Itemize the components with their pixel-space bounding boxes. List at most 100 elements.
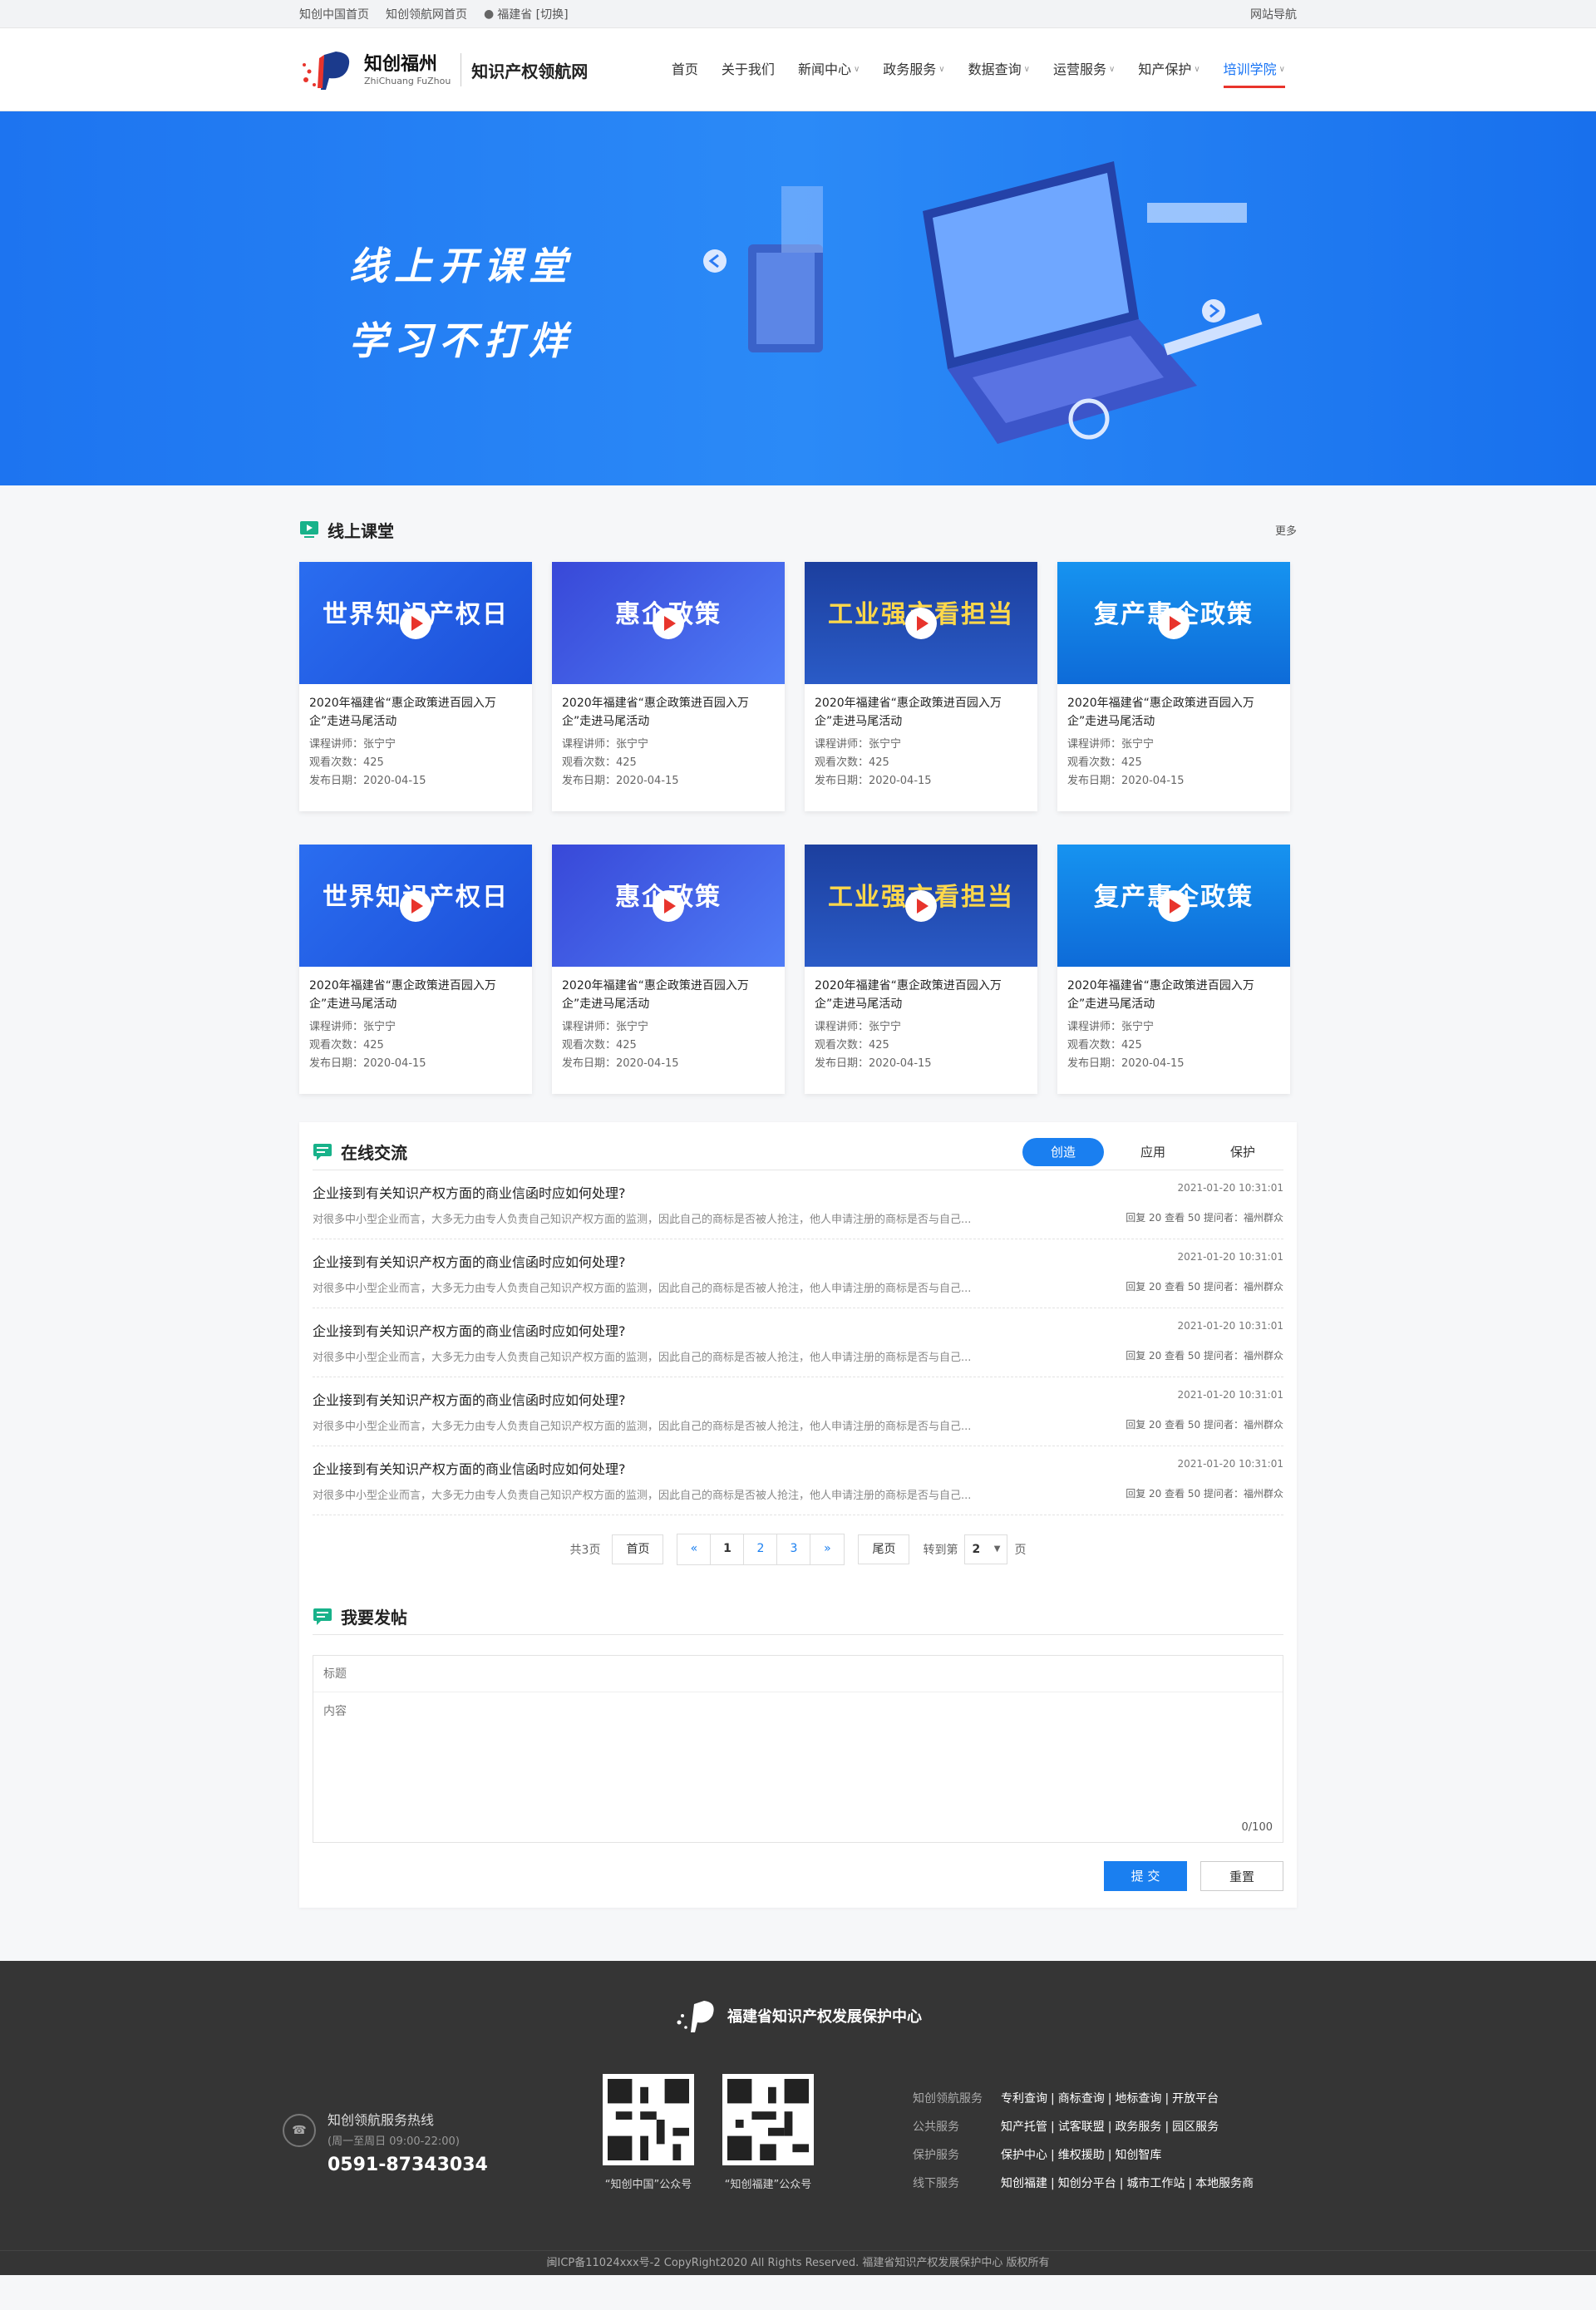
nav-protect[interactable]: 知产保护 ∨ [1126,28,1211,111]
site-name: 知识产权领航网 [471,61,589,81]
submit-button[interactable]: 提 交 [1104,1861,1187,1891]
course-teacher: 课程讲师：张宁宁 [1067,1021,1155,1033]
post-question[interactable]: 企业接到有关知识产权方面的商业信函时应如何处理? [313,1320,626,1340]
forum-post[interactable]: 企业接到有关知识产权方面的商业信函时应如何处理? 2021-01-20 10:31… [313,1377,1283,1446]
course-thumbnail[interactable]: 复产惠企政策 [1057,562,1290,684]
logo[interactable]: 知创福州 ZhiChuang FuZhou 知识产权领航网 [299,47,588,93]
hero-banner[interactable]: 线上开课堂 学习不打烊 [0,111,1596,485]
play-icon[interactable] [400,889,431,922]
course-title[interactable]: 2020年福建省“惠企政策进百园入万企”走进马尾活动 [299,967,532,1018]
prev-page-button[interactable]: « [677,1534,712,1564]
post-question[interactable]: 企业接到有关知识产权方面的商业信函时应如何处理? [313,1251,626,1271]
course-views: 观看次数：425 [1067,756,1142,769]
play-icon[interactable] [400,607,431,639]
forum-post[interactable]: 企业接到有关知识产权方面的商业信函时应如何处理? 2021-01-20 10:31… [313,1239,1283,1308]
topbar-link-zhichuang-china[interactable]: 知创中国首页 [299,6,369,22]
reset-button[interactable]: 重置 [1200,1861,1283,1891]
course-thumbnail[interactable]: 世界知识产权日 [299,562,532,684]
sitemap-link[interactable]: 网站导航 [1250,6,1297,22]
course-thumbnail[interactable]: 惠企政策 [552,562,785,684]
location-switch[interactable]: 福建省 [切换] [497,6,568,22]
footer-link[interactable]: 商标查询 [1058,2092,1105,2106]
course-thumbnail[interactable]: 惠企政策 [552,845,785,967]
forum-post[interactable]: 企业接到有关知识产权方面的商业信函时应如何处理? 2021-01-20 10:31… [313,1308,1283,1377]
footer-link[interactable]: 维权援助 [1058,2149,1105,2162]
course-card[interactable]: 惠企政策 2020年福建省“惠企政策进百园入万企”走进马尾活动 课程讲师：张宁宁… [552,845,785,1094]
last-page-button[interactable]: 尾页 [858,1534,910,1564]
course-card[interactable]: 复产惠企政策 2020年福建省“惠企政策进百园入万企”走进马尾活动 课程讲师：张… [1057,845,1290,1094]
course-card[interactable]: 世界知识产权日 2020年福建省“惠企政策进百园入万企”走进马尾活动 课程讲师：… [299,845,532,1094]
play-icon[interactable] [653,607,684,639]
footer-link[interactable]: 专利查询 [1001,2092,1047,2106]
post-question[interactable]: 企业接到有关知识产权方面的商业信函时应如何处理? [313,1389,626,1409]
nav-data[interactable]: 数据查询 ∨ [957,28,1042,111]
course-title[interactable]: 2020年福建省“惠企政策进百园入万企”走进马尾活动 [1057,967,1290,1018]
forum-post[interactable]: 企业接到有关知识产权方面的商业信函时应如何处理? 2021-01-20 10:31… [313,1446,1283,1515]
post-stats: 回复 20 查看 50 提问者：福州群众 [1126,1350,1283,1362]
hotline-number[interactable]: 0591-87343034 [328,2155,488,2175]
post-title-input[interactable]: 标题 [313,1656,1283,1692]
post-question[interactable]: 企业接到有关知识产权方面的商业信函时应如何处理? [313,1458,626,1478]
footer-link-row: 知创领航服务 专利查询 | 商标查询 | 地标查询 | 开放平台 [913,2084,1257,2112]
footer-link[interactable]: 城市工作站 [1126,2177,1185,2190]
course-card[interactable]: 工业强市看担当 2020年福建省“惠企政策进百园入万企”走进马尾活动 课程讲师：… [805,562,1037,811]
page-3-button[interactable]: 3 [777,1534,811,1564]
topbar-link-zhichuang-home[interactable]: 知创领航网首页 [386,6,467,22]
course-thumbnail[interactable]: 工业强市看担当 [805,845,1037,967]
page-2-button[interactable]: 2 [744,1534,778,1564]
footer-link[interactable]: 试客联盟 [1058,2120,1105,2134]
nav-about[interactable]: 关于我们 [710,28,786,111]
course-title[interactable]: 2020年福建省“惠企政策进百园入万企”走进马尾活动 [299,684,532,736]
goto-page-select[interactable]: 2 ▼ [964,1534,1008,1564]
footer-link[interactable]: 知创智库 [1115,2149,1161,2162]
course-thumbnail[interactable]: 世界知识产权日 [299,845,532,967]
qr-zhichuang-fujian: “知创福建”公众号 [718,2074,818,2191]
course-title[interactable]: 2020年福建省“惠企政策进百园入万企”走进马尾活动 [805,967,1037,1018]
course-thumbnail[interactable]: 复产惠企政策 [1057,845,1290,967]
next-page-button[interactable]: » [810,1534,844,1564]
course-card[interactable]: 惠企政策 2020年福建省“惠企政策进百园入万企”走进马尾活动 课程讲师：张宁宁… [552,562,785,811]
footer-link[interactable]: 地标查询 [1115,2092,1161,2106]
nav-ops[interactable]: 运营服务 ∨ [1042,28,1126,111]
course-title[interactable]: 2020年福建省“惠企政策进百园入万企”走进马尾活动 [552,967,785,1018]
page-1-button[interactable]: 1 [711,1534,745,1564]
footer-link[interactable]: 园区服务 [1172,2120,1219,2134]
post-content-textarea[interactable]: 内容 0/100 [313,1692,1283,1842]
course-date: 发布日期：2020-04-15 [1067,1057,1185,1070]
footer-link[interactable]: 政务服务 [1115,2120,1161,2134]
footer-link[interactable]: 知产托管 [1001,2120,1047,2134]
footer-link[interactable]: 本地服务商 [1195,2177,1254,2190]
course-card[interactable]: 工业强市看担当 2020年福建省“惠企政策进百园入万企”走进马尾活动 课程讲师：… [805,845,1037,1094]
course-card[interactable]: 复产惠企政策 2020年福建省“惠企政策进百园入万企”走进马尾活动 课程讲师：张… [1057,562,1290,811]
forum-post[interactable]: 企业接到有关知识产权方面的商业信函时应如何处理? 2021-01-20 10:31… [313,1170,1283,1239]
footer-link[interactable]: 开放平台 [1172,2092,1219,2106]
first-page-button[interactable]: 首页 [612,1534,664,1564]
course-title[interactable]: 2020年福建省“惠企政策进百园入万企”走进马尾活动 [805,684,1037,736]
footer-link[interactable]: 保护中心 [1001,2149,1047,2162]
course-card[interactable]: 世界知识产权日 2020年福建省“惠企政策进百园入万企”走进马尾活动 课程讲师：… [299,562,532,811]
tab-apply[interactable]: 应用 [1112,1138,1194,1166]
course-title[interactable]: 2020年福建省“惠企政策进百园入万企”走进马尾活动 [552,684,785,736]
post-question[interactable]: 企业接到有关知识产权方面的商业信函时应如何处理? [313,1182,626,1202]
play-icon[interactable] [1158,889,1190,922]
footer-link-row: 保护服务 保护中心 | 维权援助 | 知创智库 [913,2140,1257,2169]
play-icon[interactable] [653,889,684,922]
course-thumbnail[interactable]: 工业强市看担当 [805,562,1037,684]
course-date: 发布日期：2020-04-15 [562,1057,679,1070]
tab-create[interactable]: 创造 [1022,1137,1104,1166]
course-title[interactable]: 2020年福建省“惠企政策进百园入万企”走进马尾活动 [1057,684,1290,736]
footer-link[interactable]: 知创福建 [1001,2177,1047,2190]
tab-protect[interactable]: 保护 [1202,1138,1283,1166]
course-views: 观看次数：425 [1067,1039,1142,1052]
footer-link[interactable]: 知创分平台 [1058,2177,1116,2190]
play-icon[interactable] [905,889,937,922]
nav-news[interactable]: 新闻中心 ∨ [786,28,871,111]
nav-training[interactable]: 培训学院 ∨ [1212,28,1297,111]
post-abstract: 对很多中小型企业而言，大多无力由专人负责自己知识产权方面的监测，因此自己的商标是… [313,1421,972,1433]
nav-home[interactable]: 首页 [660,28,710,111]
play-icon[interactable] [1158,607,1190,639]
nav-gov[interactable]: 政务服务 ∨ [871,28,956,111]
courses-more-link[interactable]: 更多 [1275,522,1297,538]
play-icon[interactable] [905,607,937,639]
nav-label: 培训学院 [1223,62,1277,77]
